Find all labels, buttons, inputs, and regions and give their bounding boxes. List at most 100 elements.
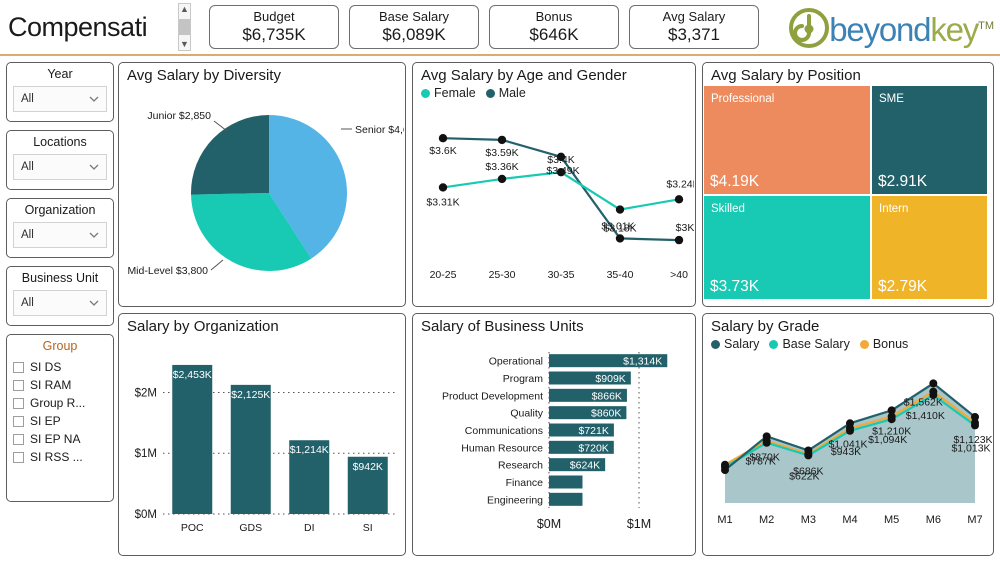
data-point[interactable] xyxy=(929,379,938,388)
scrollbar-thumb[interactable] xyxy=(179,19,190,35)
pie-label-senior: Senior $4,600 xyxy=(355,124,404,136)
slicer-group: Group SI DS SI RAM Group R... SI EP SI E… xyxy=(6,334,114,502)
chart-column-organization[interactable]: $0M $1M $2M $2,453K POC $2,125K GDS $1,214K DI $9… xyxy=(119,336,405,552)
checkbox-row[interactable]: SI RAM xyxy=(13,376,107,394)
chart-bar-business-units[interactable]: $0M $1M Operational $1,314K Program $909K Prod… xyxy=(413,336,695,552)
bar[interactable] xyxy=(549,475,583,489)
title-scrollbar[interactable]: ▲ ▼ xyxy=(178,3,191,51)
bar-value-label: $860K xyxy=(591,408,621,420)
checkbox-row[interactable]: SI EP NA xyxy=(13,430,107,448)
kpi-card-bonus[interactable]: Bonus $646K xyxy=(489,5,619,49)
checkbox-row[interactable]: Group R... xyxy=(13,394,107,412)
bar-category-label: Quality xyxy=(510,408,543,420)
data-point[interactable] xyxy=(615,205,625,214)
data-point[interactable] xyxy=(674,195,684,204)
line-label-male: $3.49K xyxy=(546,165,579,177)
pie-slice[interactable] xyxy=(191,115,269,195)
checkbox-row[interactable]: SI DS xyxy=(13,358,107,376)
beyondkey-circle-b-icon xyxy=(789,8,830,48)
data-point[interactable] xyxy=(674,235,684,245)
slicer-business-unit: Business Unit All xyxy=(6,266,114,326)
dropdown-organization[interactable]: All xyxy=(13,222,107,248)
logo-text-beyond: beyond xyxy=(829,11,931,48)
logo-wordmark: beyondkeyTM xyxy=(829,9,994,47)
bar-value-label: $866K xyxy=(592,390,622,402)
bar[interactable] xyxy=(172,364,213,514)
data-point[interactable] xyxy=(887,412,896,421)
bar-value-label: $2,453K xyxy=(173,369,212,381)
data-point[interactable] xyxy=(804,449,813,458)
kpi-card-avg-salary[interactable]: Avg Salary $3,371 xyxy=(629,5,759,49)
x-axis-tick: M7 xyxy=(967,514,982,526)
bar-category-label: Human Resource xyxy=(461,442,543,454)
legend-label: Male xyxy=(498,86,526,100)
line-label-female: $3.31K xyxy=(426,196,459,208)
legend-label: Bonus xyxy=(872,337,909,351)
bar-category-label: Engineering xyxy=(487,494,543,506)
data-point[interactable] xyxy=(497,174,507,184)
checkbox-icon[interactable] xyxy=(13,451,24,463)
area-label-salary: $1,210K xyxy=(872,425,911,437)
x-axis-tick: GDS xyxy=(239,522,262,534)
checkbox-icon[interactable] xyxy=(13,415,24,427)
checkbox-row[interactable]: SI EP xyxy=(13,412,107,430)
checkbox-icon[interactable] xyxy=(13,433,24,445)
legend-item-male[interactable]: Male xyxy=(485,86,526,100)
data-point[interactable] xyxy=(438,133,448,143)
legend-swatch-icon xyxy=(859,339,869,349)
slicer-locations: Locations All xyxy=(6,130,114,190)
checkbox-row[interactable]: SI RSS ... xyxy=(13,448,107,466)
kpi-card-base-salary[interactable]: Base Salary $6,089K xyxy=(349,5,479,49)
checkbox-label: SI EP NA xyxy=(30,432,81,446)
dashboard-root: Compensati ▲ ▼ Budget $6,735K Base Salar… xyxy=(0,0,1000,562)
dropdown-business-unit[interactable]: All xyxy=(13,290,107,316)
x-axis-tick: M3 xyxy=(801,514,816,526)
group-checkbox-list: SI DS SI RAM Group R... SI EP SI EP NA S… xyxy=(13,358,107,466)
checkbox-label: SI DS xyxy=(30,360,62,374)
treemap-category-label: SME xyxy=(879,93,904,105)
chevron-down-icon[interactable]: ▼ xyxy=(180,40,189,49)
line-label-female: $3.18K xyxy=(603,223,636,235)
bar[interactable] xyxy=(230,384,271,514)
pie-label-junior: Junior $2,850 xyxy=(147,110,211,122)
data-point[interactable] xyxy=(438,183,448,192)
data-point[interactable] xyxy=(971,418,979,427)
kpi-card-budget[interactable]: Budget $6,735K xyxy=(209,5,339,49)
data-point[interactable] xyxy=(497,135,507,145)
treemap-value-label: $2.79K xyxy=(878,278,928,295)
line-series[interactable] xyxy=(442,171,680,211)
bar-category-label: Operational xyxy=(489,356,543,368)
slicer-organization: Organization All xyxy=(6,198,114,258)
x-axis-tick: DI xyxy=(304,522,315,534)
treemap-value-label: $2.91K xyxy=(878,173,928,190)
data-point[interactable] xyxy=(846,424,854,433)
bar[interactable] xyxy=(549,492,583,506)
checkbox-label: SI EP xyxy=(30,414,61,428)
chevron-up-icon[interactable]: ▲ xyxy=(180,5,189,14)
chart-treemap-position[interactable]: Professional $4.19K SME $2.91K Skilled $3.73K… xyxy=(703,85,993,304)
bar-value-label: $1,314K xyxy=(623,356,662,368)
chart-area-grade[interactable]: $787K $622K $943K $1,094K $1,410K $1,013K $870… xyxy=(703,351,993,547)
legend-item-female[interactable]: Female xyxy=(421,86,476,100)
panel-salary-by-organization: Salary by Organization $0M $1M $2M $2,453K P… xyxy=(118,313,406,556)
chart-pie-diversity[interactable]: Senior $4,600 Junior $2,850 Mid-Level $3,8… xyxy=(119,85,405,303)
legend-item-base-salary[interactable]: Base Salary xyxy=(769,337,850,351)
data-point[interactable] xyxy=(721,460,729,469)
chevron-down-icon xyxy=(89,300,99,306)
dropdown-locations[interactable]: All xyxy=(13,154,107,180)
data-point[interactable] xyxy=(929,387,938,396)
pie-label-mid-level: Mid-Level $3,800 xyxy=(127,265,208,277)
dropdown-year[interactable]: All xyxy=(13,86,107,112)
data-point[interactable] xyxy=(615,234,625,243)
legend-item-bonus[interactable]: Bonus xyxy=(859,337,909,351)
legend-item-salary[interactable]: Salary xyxy=(711,337,759,351)
data-point[interactable] xyxy=(762,436,771,445)
checkbox-label: SI RAM xyxy=(30,378,72,392)
checkbox-icon[interactable] xyxy=(13,361,24,373)
checkbox-icon[interactable] xyxy=(13,379,24,391)
slicer-title-year: Year xyxy=(47,67,73,81)
chart-line-age-gender[interactable]: $3.6K $3.59K $3.49K $3.01K $3K $3.31K $3.36K $3… xyxy=(413,100,695,298)
checkbox-icon[interactable] xyxy=(13,397,24,409)
x-axis-tick: $0M xyxy=(537,517,561,531)
legend-age-gender: Female Male xyxy=(413,85,695,100)
